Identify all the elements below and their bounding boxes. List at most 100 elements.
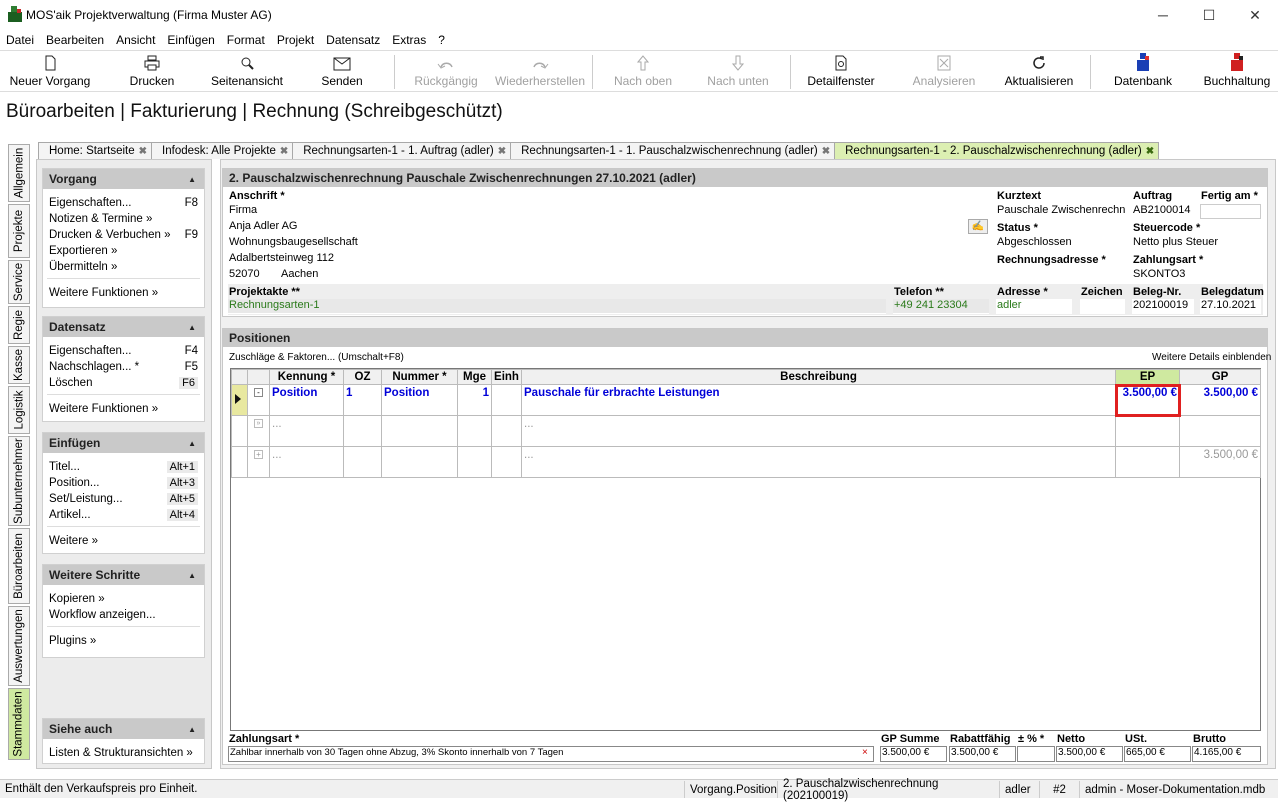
link-artikel[interactable]: Artikel... Alt+4 xyxy=(43,507,204,523)
vtab-auswertungen[interactable]: Auswertungen xyxy=(8,606,30,686)
add-toggle[interactable]: + xyxy=(247,446,270,478)
link-plugins[interactable]: Plugins » xyxy=(43,633,204,649)
col-kennung[interactable]: Kennung * xyxy=(269,369,344,385)
vtab-bueroarbeiten[interactable]: Büroarbeiten xyxy=(8,528,30,604)
plz-field[interactable]: 52070 xyxy=(228,268,278,283)
cell-mge[interactable]: 1 xyxy=(457,384,492,416)
zahlungsart-field[interactable]: SKONTO3 xyxy=(1132,268,1261,283)
telefon-field[interactable]: +49 241 23304 xyxy=(893,299,989,314)
zuschlaege-link[interactable]: Zuschläge & Faktoren... (Umschalt+F8) xyxy=(229,352,404,363)
address-line-3[interactable]: Wohnungsbaugesellschaft xyxy=(228,236,988,251)
cell-placeholder[interactable]: ... xyxy=(521,446,1116,478)
belegdatum-field[interactable]: 27.10.2021 xyxy=(1200,299,1261,314)
tab-infodesk[interactable]: Infodesk: Alle Projekte ✖ xyxy=(151,142,294,159)
col-gp[interactable]: GP xyxy=(1179,369,1261,385)
minimize-button[interactable]: ─ xyxy=(1140,0,1186,30)
expand-toggle[interactable]: » xyxy=(247,415,270,447)
wiederherstellen-button[interactable]: Wiederherstellen xyxy=(492,53,588,91)
status-field[interactable]: Abgeschlossen xyxy=(996,236,1126,251)
address-line-1[interactable]: Firma xyxy=(228,204,988,219)
collapse-icon[interactable]: ▲ xyxy=(188,175,196,184)
adresse-field[interactable]: adler xyxy=(996,299,1072,314)
vtab-allgemein[interactable]: Allgemein xyxy=(8,144,30,202)
seitenansicht-button[interactable]: Seitenansicht xyxy=(206,53,288,91)
menu-datei[interactable]: Datei xyxy=(6,33,34,47)
rabattfaehig-field[interactable]: 3.500,00 € xyxy=(949,746,1016,762)
close-icon[interactable]: ✖ xyxy=(139,146,147,157)
col-oz[interactable]: OZ xyxy=(343,369,382,385)
senden-button[interactable]: Senden xyxy=(306,53,378,91)
group-header[interactable]: Einfügen ▲ xyxy=(43,433,204,453)
collapse-toggle[interactable]: - xyxy=(247,384,270,416)
close-icon[interactable]: ✖ xyxy=(280,146,288,157)
cell-gp[interactable]: 3.500,00 € xyxy=(1179,384,1261,416)
collapse-icon[interactable]: ▲ xyxy=(188,439,196,448)
tab-home[interactable]: Home: Startseite ✖ xyxy=(38,142,153,159)
link-ds-weitere[interactable]: Weitere Funktionen » xyxy=(43,401,204,417)
collapse-icon[interactable]: ▲ xyxy=(188,323,196,332)
auftrag-field[interactable]: AB2100014 xyxy=(1132,204,1194,219)
vtab-kasse[interactable]: Kasse xyxy=(8,346,30,384)
address-line-4[interactable]: Adalbertsteinweg 112 xyxy=(228,252,988,267)
link-uebermitteln[interactable]: Übermitteln » xyxy=(43,259,204,275)
table-row[interactable]: » ... ... xyxy=(231,415,1261,447)
aktualisieren-button[interactable]: Aktualisieren xyxy=(996,53,1082,91)
vtab-logistik[interactable]: Logistik xyxy=(8,386,30,434)
link-einf-weitere[interactable]: Weitere » xyxy=(43,533,204,549)
close-button[interactable]: ✕ xyxy=(1232,0,1278,30)
brutto-field[interactable]: 4.165,00 € xyxy=(1192,746,1261,762)
group-header[interactable]: Datensatz ▲ xyxy=(43,317,204,337)
link-listen[interactable]: Listen & Strukturansichten » xyxy=(43,745,204,761)
group-header[interactable]: Vorgang ▲ xyxy=(43,169,204,189)
vtab-stammdaten[interactable]: Stammdaten xyxy=(8,688,30,760)
buchhaltung-button[interactable]: Buchhaltung xyxy=(1196,53,1278,91)
col-ep[interactable]: EP xyxy=(1115,369,1180,385)
cell-placeholder[interactable]: ... xyxy=(269,415,344,447)
cell-placeholder[interactable]: ... xyxy=(269,446,344,478)
netto-field[interactable]: 3.500,00 € xyxy=(1056,746,1123,762)
cell-ep[interactable]: 3.500,00 € xyxy=(1114,383,1181,417)
link-exportieren[interactable]: Exportieren » xyxy=(43,243,204,259)
cell-nummer[interactable]: Position xyxy=(381,384,458,416)
kurztext-field[interactable]: Pauschale Zwischenrechnu xyxy=(996,204,1126,219)
nach-oben-button[interactable]: Nach oben xyxy=(598,53,688,91)
neuer-vorgang-button[interactable]: Neuer Vorgang xyxy=(4,53,96,91)
rechnungsadresse-field[interactable] xyxy=(996,268,1126,283)
group-header[interactable]: Siehe auch ▲ xyxy=(43,719,204,739)
link-workflow[interactable]: Workflow anzeigen... xyxy=(43,607,204,623)
tab-pauschal-1[interactable]: Rechnungsarten-1 - 1. Pauschalzwischenre… xyxy=(510,142,836,159)
col-nummer[interactable]: Nummer * xyxy=(381,369,458,385)
rueckgaengig-button[interactable]: Rückgängig xyxy=(400,53,492,91)
cell-placeholder[interactable]: ... xyxy=(521,415,1116,447)
menu-einfuegen[interactable]: Einfügen xyxy=(167,33,214,47)
plusminus-field[interactable] xyxy=(1017,746,1055,762)
vtab-service[interactable]: Service xyxy=(8,260,30,304)
menu-extras[interactable]: Extras xyxy=(392,33,426,47)
ust-field[interactable]: 665,00 € xyxy=(1124,746,1191,762)
cell-einh[interactable] xyxy=(491,384,522,416)
link-weitere-funktionen[interactable]: Weitere Funktionen » xyxy=(43,285,204,301)
drucken-button[interactable]: Drucken xyxy=(112,53,192,91)
col-einh[interactable]: Einh xyxy=(491,369,522,385)
link-drucken-verbuchen[interactable]: Drucken & Verbuchen » F9 xyxy=(43,227,204,243)
group-header[interactable]: Weitere Schritte ▲ xyxy=(43,565,204,585)
cell-kennung[interactable]: Position xyxy=(269,384,344,416)
menu-help[interactable]: ? xyxy=(438,33,445,47)
link-position[interactable]: Position... Alt+3 xyxy=(43,475,204,491)
maximize-button[interactable]: ☐ xyxy=(1186,0,1232,30)
table-row[interactable]: - Position 1 Position 1 Pauschale für er… xyxy=(231,383,1261,417)
address-line-2[interactable]: Anja Adler AG xyxy=(228,220,966,235)
tab-pauschal-2[interactable]: Rechnungsarten-1 - 2. Pauschalzwischenre… xyxy=(834,142,1160,159)
collapse-icon[interactable]: ▲ xyxy=(188,571,196,580)
link-kopieren[interactable]: Kopieren » xyxy=(43,591,204,607)
fertig-am-field[interactable] xyxy=(1200,204,1261,219)
detailfenster-button[interactable]: Detailfenster xyxy=(796,53,886,91)
tab-auftrag[interactable]: Rechnungsarten-1 - 1. Auftrag (adler) ✖ xyxy=(292,142,512,159)
ort-field[interactable]: Aachen xyxy=(280,268,988,283)
link-titel[interactable]: Titel... Alt+1 xyxy=(43,459,204,475)
link-loeschen[interactable]: Löschen F6 xyxy=(43,375,204,391)
clear-icon[interactable]: × xyxy=(862,747,868,758)
beleg-nr-field[interactable]: 202100019 xyxy=(1132,299,1194,314)
weitere-details-link[interactable]: Weitere Details einblenden xyxy=(1152,352,1271,363)
link-notizen[interactable]: Notizen & Termine » xyxy=(43,211,204,227)
